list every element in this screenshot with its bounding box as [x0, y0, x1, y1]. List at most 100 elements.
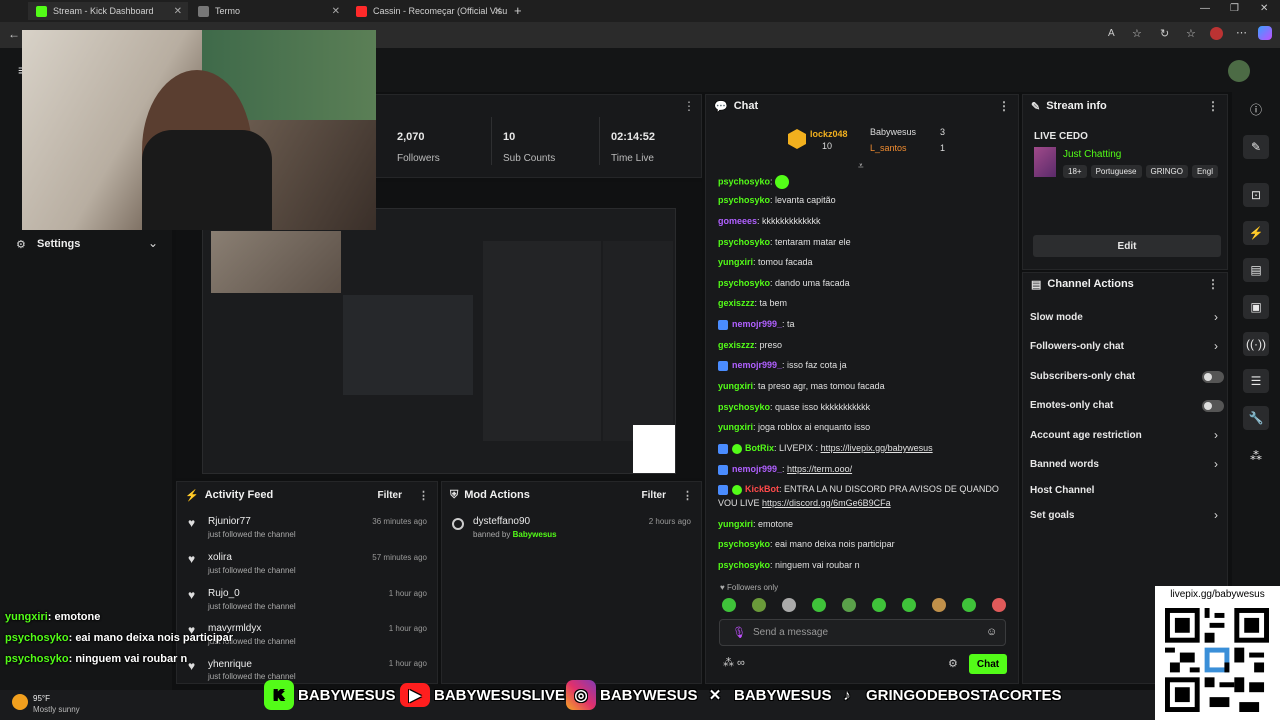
chevron-right-icon[interactable]: › — [1214, 428, 1218, 442]
chat-username[interactable]: psychosyko — [718, 195, 770, 205]
refresh-icon[interactable]: ↻ — [1160, 27, 1169, 40]
top-gifter-3[interactable]: L_santos — [870, 143, 907, 153]
action-banned-words[interactable]: Banned words — [1030, 459, 1099, 470]
activity-filter-button[interactable]: Filter — [378, 490, 402, 501]
chat-username[interactable]: yungxiri — [718, 257, 753, 267]
chevron-right-icon[interactable]: › — [1214, 310, 1218, 324]
kebab-icon[interactable]: ⋮ — [1207, 277, 1219, 291]
read-aloud-icon[interactable]: A — [1108, 28, 1115, 39]
chat-username[interactable]: yungxiri — [718, 519, 753, 529]
kebab-icon[interactable]: ⋮ — [682, 489, 693, 502]
action-slow-mode[interactable]: Slow mode — [1030, 312, 1083, 323]
emote-icon[interactable] — [872, 598, 886, 612]
close-tab-icon[interactable]: ✕ — [494, 6, 502, 17]
action-subscribers-only[interactable]: Subscribers-only chat — [1030, 371, 1135, 382]
emote-icon[interactable] — [962, 598, 976, 612]
emote-icon[interactable] — [992, 598, 1006, 612]
activity-user[interactable]: xolira — [208, 552, 232, 563]
chat-username[interactable]: psychosyko — [718, 176, 770, 186]
chat-username[interactable]: nemojr999_ — [732, 464, 782, 474]
bolt-icon[interactable]: ⚡ — [1243, 221, 1269, 245]
chat-username[interactable]: nemojr999_ — [732, 360, 782, 370]
mic-icon[interactable]: 🎙 — [732, 626, 746, 639]
new-tab-icon[interactable]: + — [514, 3, 522, 18]
top-gifter-2[interactable]: Babywesus — [870, 127, 916, 137]
avatar[interactable] — [1228, 60, 1250, 82]
chat-link[interactable]: https://term.ooo/ — [787, 464, 852, 474]
chat-bubble-icon[interactable]: ▣ — [1243, 295, 1269, 319]
document-icon[interactable]: ▤ — [1243, 258, 1269, 282]
emote-icon[interactable] — [842, 598, 856, 612]
profile-icon[interactable] — [1210, 27, 1223, 40]
target-icon[interactable]: ⊡ — [1243, 183, 1269, 207]
activity-user[interactable]: yhenrique — [208, 659, 252, 670]
kebab-icon[interactable]: ⋮ — [1207, 99, 1219, 113]
apps-icon[interactable]: ⁂ — [1243, 444, 1269, 468]
tab-youtube[interactable]: Cassin - Recomeçar (Official Visu ✕ — [348, 2, 508, 20]
subscribers-only-toggle[interactable] — [1202, 371, 1224, 383]
chat-username[interactable]: psychosyko — [718, 278, 770, 288]
emote-icon[interactable] — [902, 598, 916, 612]
points-icon[interactable]: ⁂ ∞ — [723, 656, 745, 669]
emotes-only-toggle[interactable] — [1202, 400, 1224, 412]
chat-username[interactable]: gexiszzz — [718, 298, 755, 308]
back-icon[interactable]: ← — [8, 27, 20, 41]
action-followers-only[interactable]: Followers-only chat — [1030, 341, 1124, 352]
chat-username[interactable]: yungxiri — [718, 422, 753, 432]
mod-user[interactable]: dysteffano90 — [473, 516, 530, 527]
close-tab-icon[interactable]: ✕ — [174, 6, 182, 17]
chat-username[interactable]: psychosyko — [718, 560, 770, 570]
emote-icon[interactable] — [812, 598, 826, 612]
emote-icon[interactable] — [722, 598, 736, 612]
emoji-icon[interactable]: ☺ — [986, 626, 997, 638]
info-icon[interactable]: ⓘ — [1243, 97, 1269, 121]
tab-termo[interactable]: Termo ✕ — [190, 2, 346, 20]
activity-user[interactable]: Rjunior77 — [208, 516, 251, 527]
mod-by-user[interactable]: Babywesus — [513, 530, 557, 539]
chat-input[interactable]: 🎙 Send a message ☺ — [719, 619, 1006, 646]
chat-username[interactable]: psychosyko — [718, 539, 770, 549]
emote-icon[interactable] — [932, 598, 946, 612]
chat-username[interactable]: nemojr999_ — [732, 319, 782, 329]
more-menu-icon[interactable]: ⋯ — [1236, 26, 1247, 39]
collapse-icon[interactable]: ⩡ — [858, 161, 864, 172]
chat-username[interactable]: psychosyko — [718, 237, 770, 247]
edit-stream-button[interactable]: Edit — [1033, 235, 1221, 257]
close-tab-icon[interactable]: ✕ — [332, 6, 340, 17]
emote-icon[interactable] — [782, 598, 796, 612]
favorite-star-icon[interactable]: ☆ — [1132, 27, 1142, 40]
sidebar-item-settings[interactable]: Settings — [37, 238, 80, 250]
chat-username[interactable]: BotRix — [745, 443, 774, 453]
action-account-age[interactable]: Account age restriction — [1030, 430, 1142, 441]
broadcast-icon[interactable]: ((·)) — [1243, 332, 1269, 356]
chat-username[interactable]: yungxiri — [718, 381, 753, 391]
chevron-right-icon[interactable]: › — [1214, 339, 1218, 353]
send-chat-button[interactable]: Chat — [969, 654, 1007, 674]
action-set-goals[interactable]: Set goals — [1030, 510, 1074, 521]
chat-username[interactable]: psychosyko — [718, 402, 770, 412]
layout-icon[interactable]: ☰ — [1243, 369, 1269, 393]
chat-settings-icon[interactable]: ⚙ — [948, 657, 958, 670]
mod-filter-button[interactable]: Filter — [642, 490, 666, 501]
activity-user[interactable]: Rujo_0 — [208, 588, 240, 599]
stream-category[interactable]: Just Chatting — [1063, 149, 1121, 160]
minimize-icon[interactable]: — — [1200, 3, 1210, 14]
close-window-icon[interactable]: ✕ — [1260, 3, 1268, 14]
top-gifter-1[interactable]: lockz048 — [810, 129, 848, 139]
collections-icon[interactable]: ☆ — [1186, 27, 1196, 40]
chat-username[interactable]: gexiszzz — [718, 340, 755, 350]
chevron-down-icon[interactable]: ⌄ — [148, 236, 158, 250]
chevron-right-icon[interactable]: › — [1214, 457, 1218, 471]
action-host-channel[interactable]: Host Channel — [1030, 485, 1094, 496]
tab-kick-dashboard[interactable]: Stream - Kick Dashboard ✕ — [28, 2, 188, 20]
kebab-icon[interactable]: ⋮ — [683, 99, 695, 113]
maximize-icon[interactable]: ❐ — [1230, 3, 1239, 14]
emote-icon[interactable] — [752, 598, 766, 612]
kebab-icon[interactable]: ⋮ — [418, 489, 429, 502]
chat-username[interactable]: gomeees — [718, 216, 757, 226]
pencil-icon[interactable]: ✎ — [1243, 135, 1269, 159]
wrench-icon[interactable]: 🔧 — [1243, 406, 1269, 430]
copilot-icon[interactable] — [1258, 26, 1272, 40]
chat-link[interactable]: https://livepix.gg/babywesus — [821, 443, 933, 453]
chevron-right-icon[interactable]: › — [1214, 508, 1218, 522]
